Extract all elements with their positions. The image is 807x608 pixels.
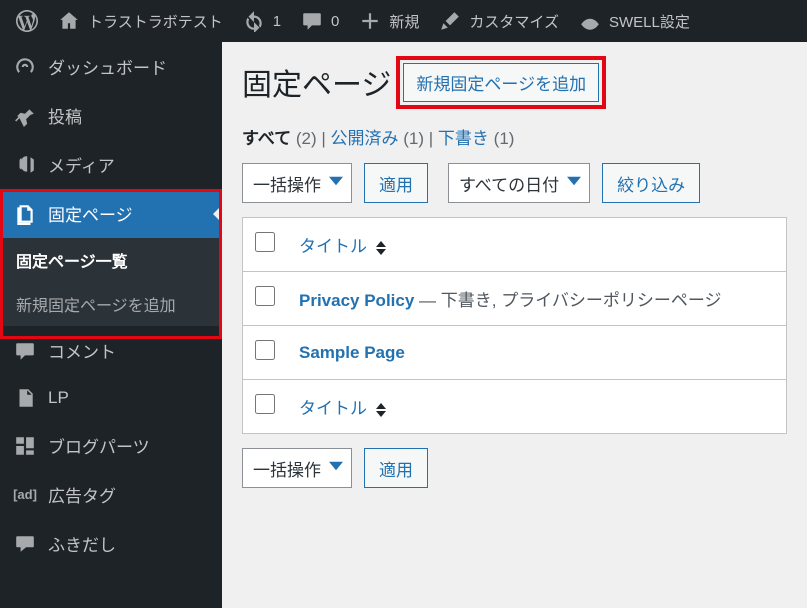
- file-icon: [14, 387, 36, 409]
- filter-all[interactable]: すべて: [242, 129, 291, 148]
- filter-published-count: (1): [403, 129, 424, 148]
- row-title-link[interactable]: Sample Page: [299, 343, 405, 362]
- filter-draft-count: (1): [494, 129, 515, 148]
- chevron-down-icon: [567, 173, 581, 193]
- column-title-header[interactable]: タイトル: [287, 218, 787, 272]
- filter-draft[interactable]: 下書き: [438, 129, 489, 148]
- admin-bar: トラストラボテスト 1 0 新規 カスタマイズ SWELL設定: [0, 0, 807, 42]
- site-home-link[interactable]: トラストラボテスト: [48, 0, 233, 42]
- sidebar-item-lp[interactable]: LP: [0, 375, 222, 421]
- filter-button[interactable]: 絞り込み: [602, 163, 700, 203]
- row-checkbox[interactable]: [255, 340, 275, 360]
- brush-icon: [439, 10, 461, 32]
- pin-icon: [14, 105, 36, 127]
- media-icon: [14, 154, 36, 176]
- sidebar-item-adtag[interactable]: [ad] 広告タグ: [0, 470, 222, 519]
- table-row: Sample Page: [243, 326, 787, 380]
- sidebar-item-media[interactable]: メディア: [0, 140, 222, 189]
- date-filter-select[interactable]: すべての日付: [448, 163, 590, 203]
- wordpress-icon: [16, 10, 38, 32]
- chevron-down-icon: [329, 173, 343, 193]
- swell-settings-link[interactable]: SWELL設定: [569, 0, 700, 42]
- customize-link[interactable]: カスタマイズ: [429, 0, 569, 42]
- sidebar-item-label: ダッシュボード: [48, 54, 167, 79]
- wp-logo[interactable]: [6, 0, 48, 42]
- row-title-link[interactable]: Privacy Policy: [299, 291, 414, 310]
- comment-icon: [301, 10, 323, 32]
- pages-table: タイトル Privacy Policy — 下書き, プライバシーポリシーページ: [242, 217, 787, 434]
- filter-published[interactable]: 公開済み: [331, 129, 399, 148]
- sidebar-item-label: 固定ページ: [48, 201, 133, 226]
- comments-count: 0: [331, 13, 339, 30]
- updates-link[interactable]: 1: [233, 0, 291, 42]
- page-title: 固定ページ: [242, 60, 391, 104]
- sidebar-item-label: メディア: [48, 152, 115, 177]
- home-icon: [58, 10, 80, 32]
- row-checkbox[interactable]: [255, 286, 275, 306]
- sidebar-item-comments[interactable]: コメント: [0, 326, 222, 375]
- select-all-bottom[interactable]: [255, 394, 275, 414]
- select-all-top[interactable]: [255, 232, 275, 252]
- page-icon: [14, 203, 36, 225]
- tablenav-top: 一括操作 適用 すべての日付 絞り込み: [242, 163, 787, 203]
- admin-sidebar: ダッシュボード 投稿 メディア 固定ページ 固定ページ一覧 新規固定ページを追加…: [0, 42, 222, 608]
- table-row: Privacy Policy — 下書き, プライバシーポリシーページ: [243, 272, 787, 326]
- sidebar-item-label: ふきだし: [48, 531, 116, 556]
- updates-count: 1: [273, 13, 281, 30]
- row-meta: — 下書き, プライバシーポリシーページ: [414, 291, 721, 310]
- chevron-down-icon: [329, 458, 343, 478]
- comment-icon: [14, 340, 36, 362]
- sidebar-item-label: コメント: [48, 338, 116, 363]
- apply-bulk-button[interactable]: 適用: [364, 163, 428, 203]
- new-content-link[interactable]: 新規: [349, 0, 429, 42]
- site-name: トラストラボテスト: [88, 11, 223, 32]
- refresh-icon: [243, 10, 265, 32]
- add-new-page-button[interactable]: 新規固定ページを追加: [403, 63, 599, 102]
- sort-arrows-icon: [376, 240, 386, 256]
- main-content: 固定ページ 新規固定ページを追加 すべて (2) | 公開済み (1) | 下書…: [222, 42, 807, 608]
- bulk-action-select-bottom[interactable]: 一括操作: [242, 448, 352, 488]
- column-title-footer[interactable]: タイトル: [287, 380, 787, 434]
- swell-label: SWELL設定: [609, 11, 690, 32]
- sort-arrows-icon: [376, 402, 386, 418]
- customize-label: カスタマイズ: [469, 11, 559, 32]
- sidebar-item-label: 投稿: [48, 103, 82, 128]
- sidebar-item-blogparts[interactable]: ブログパーツ: [0, 421, 222, 470]
- sidebar-item-label: ブログパーツ: [48, 433, 150, 458]
- apply-bulk-button-bottom[interactable]: 適用: [364, 448, 428, 488]
- sidebar-item-dashboard[interactable]: ダッシュボード: [0, 42, 222, 91]
- sidebar-subitem-add-page[interactable]: 新規固定ページを追加: [0, 282, 222, 326]
- sidebar-subitem-page-list[interactable]: 固定ページ一覧: [0, 238, 222, 282]
- speech-icon: [14, 533, 36, 555]
- sidebar-submenu-pages: 固定ページ一覧 新規固定ページを追加: [0, 238, 222, 326]
- status-filter-links: すべて (2) | 公開済み (1) | 下書き (1): [242, 124, 787, 149]
- new-label: 新規: [389, 11, 419, 32]
- sidebar-item-speech[interactable]: ふきだし: [0, 519, 222, 568]
- grid-icon: [14, 435, 36, 457]
- sidebar-item-label: 広告タグ: [48, 482, 116, 507]
- sidebar-item-pages[interactable]: 固定ページ: [0, 189, 222, 238]
- tablenav-bottom: 一括操作 適用: [242, 448, 787, 488]
- dashboard-icon: [14, 56, 36, 78]
- plus-icon: [359, 10, 381, 32]
- bulk-action-select[interactable]: 一括操作: [242, 163, 352, 203]
- sidebar-item-posts[interactable]: 投稿: [0, 91, 222, 140]
- adtag-icon: [ad]: [14, 484, 36, 506]
- filter-all-count: (2): [296, 129, 317, 148]
- swell-icon: [579, 10, 601, 32]
- comments-link[interactable]: 0: [291, 0, 349, 42]
- sidebar-item-label: LP: [48, 388, 69, 408]
